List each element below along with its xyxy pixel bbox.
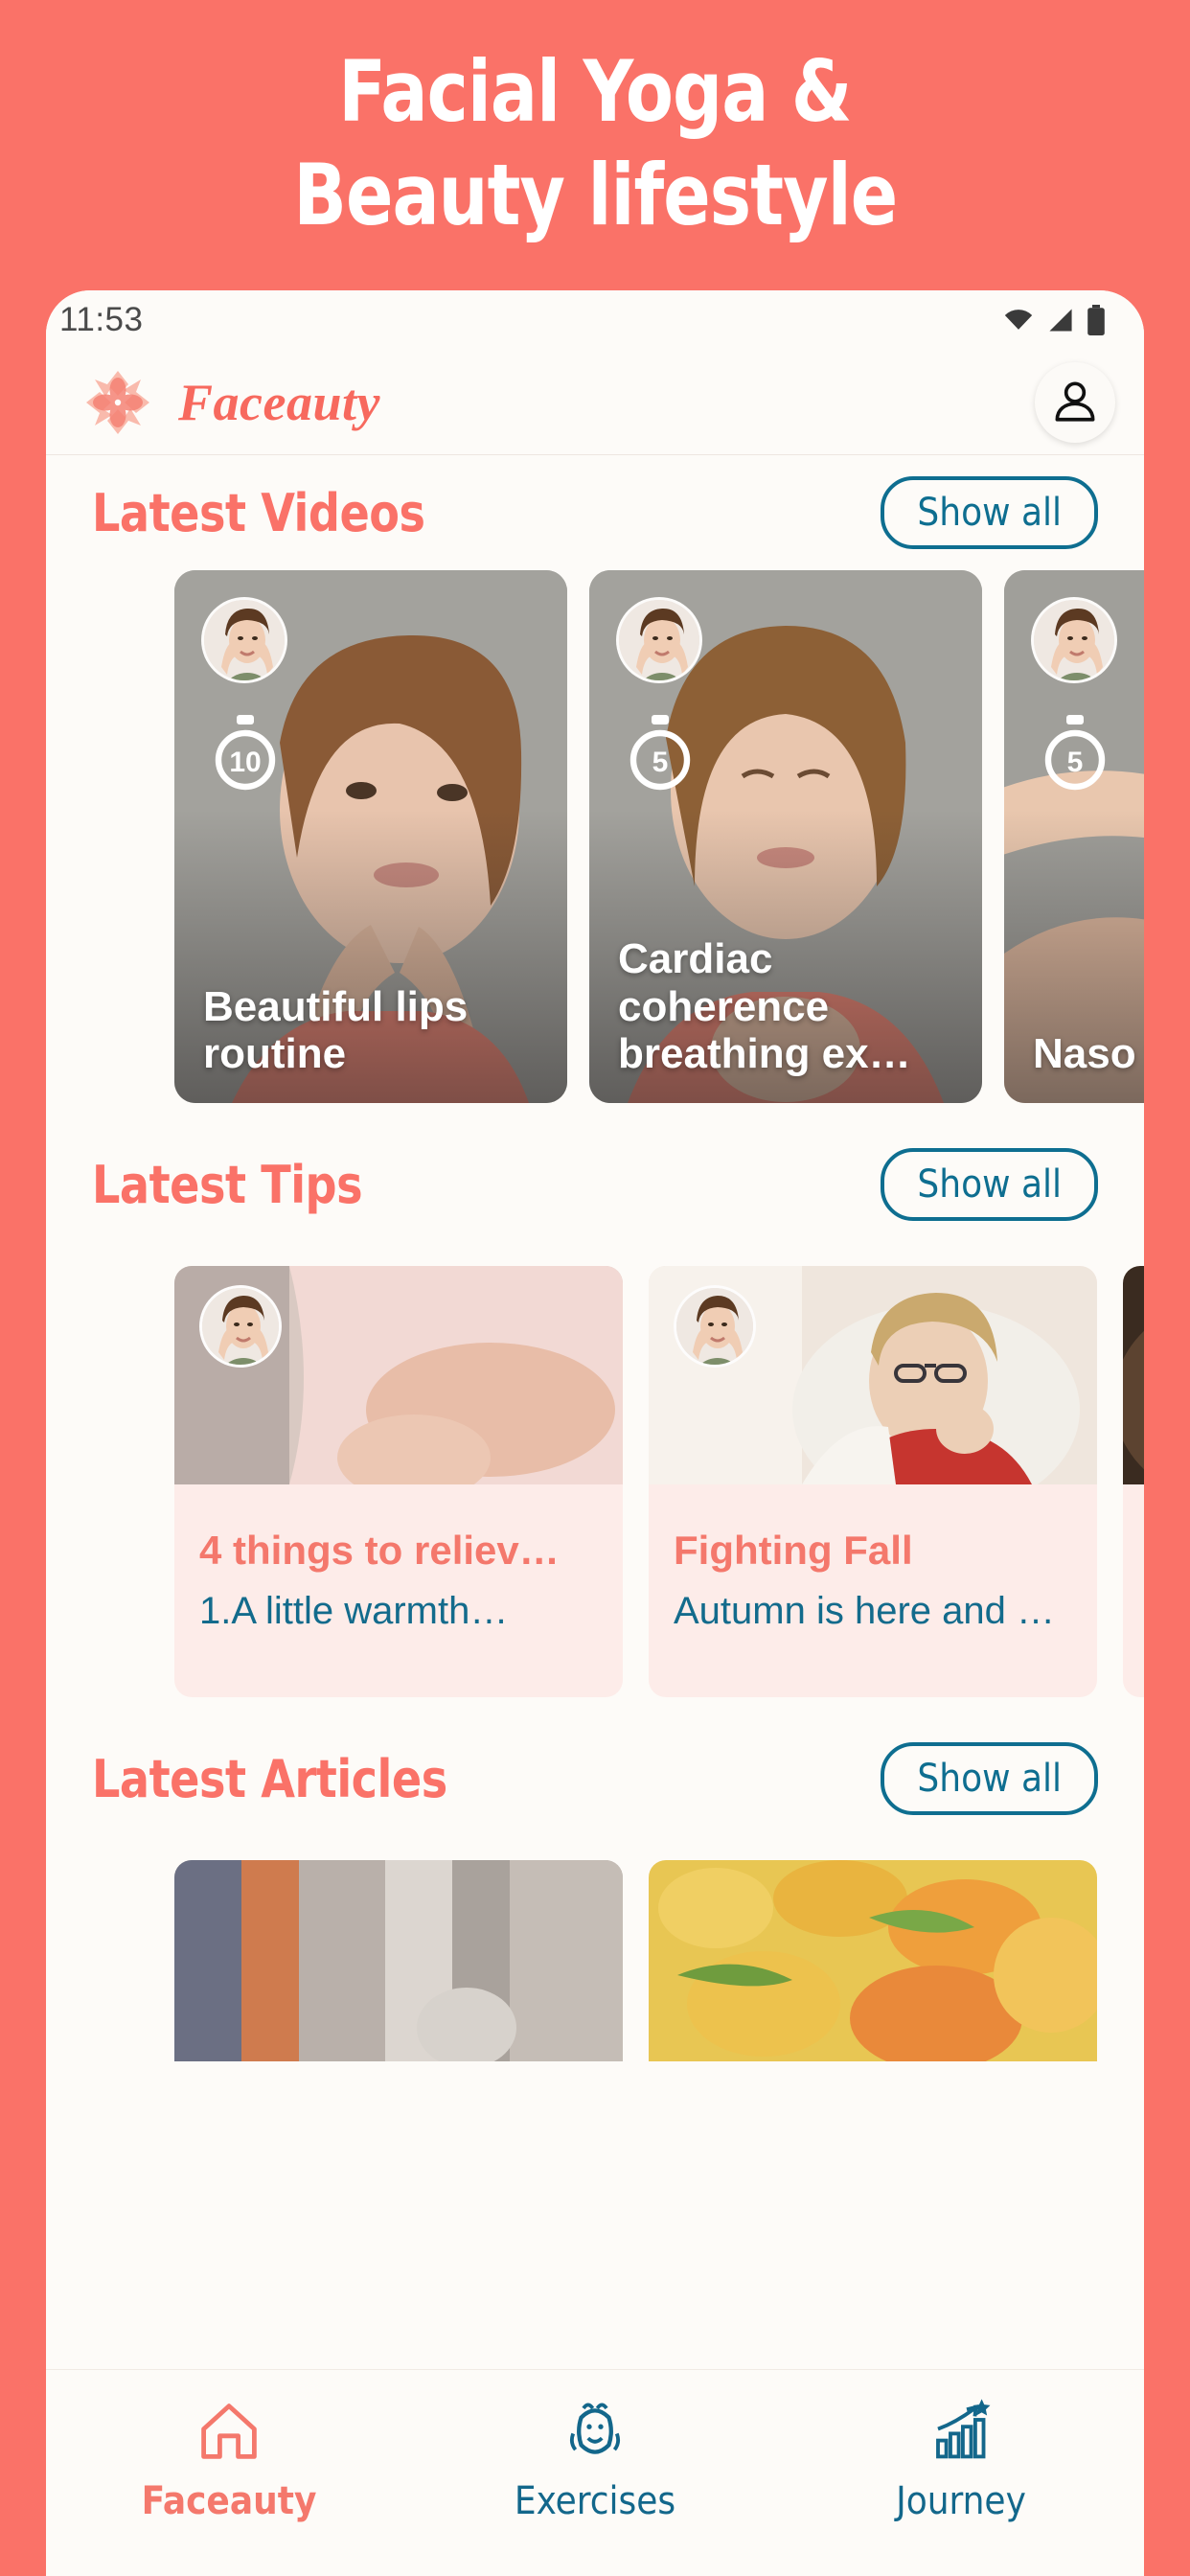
battery-icon <box>1087 305 1105 335</box>
home-icon <box>201 2404 257 2459</box>
show-all-tips-button[interactable]: Show all <box>881 1148 1098 1221</box>
video-card[interactable]: 10 Beautiful lips routine <box>174 570 567 1103</box>
section-title-tips: Latest Tips <box>92 1154 363 1215</box>
video-duration: 5 <box>1067 747 1084 778</box>
section-header-videos: Latest Videos Show all <box>46 455 1144 570</box>
status-bar-time: 11:53 <box>59 301 144 338</box>
article-card[interactable] <box>174 1860 623 2061</box>
tip-thumbnail <box>1123 1266 1144 1484</box>
bottom-navigation: Faceauty Exercises Journey <box>46 2369 1144 2576</box>
tip-body <box>1123 1484 1144 1546</box>
show-all-videos-button[interactable]: Show all <box>881 476 1098 549</box>
chart-star-icon <box>936 2399 991 2459</box>
wifi-icon <box>1004 310 1033 330</box>
phone-mockup: 11:53 Faceauty Latest Videos Show all 10… <box>46 290 1144 2576</box>
nav-item-exercises[interactable]: Exercises <box>470 2397 720 2523</box>
article-card[interactable] <box>649 1860 1097 2061</box>
section-header-tips: Latest Tips Show all <box>46 1103 1144 1266</box>
video-title: Naso folds <box>1033 1030 1144 1078</box>
instructor-avatar <box>1031 597 1117 683</box>
video-duration: 10 <box>229 747 261 778</box>
nav-item-journey[interactable]: Journey <box>836 2397 1086 2523</box>
status-bar-icons <box>1002 305 1106 335</box>
face-icon <box>569 2403 621 2454</box>
article-thumbnail <box>649 1860 1097 2061</box>
section-title-articles: Latest Articles <box>92 1748 447 1809</box>
tips-carousel[interactable]: 4 things to reliev… 1.A little warmth… F… <box>46 1266 1144 1697</box>
person-icon <box>1055 380 1095 422</box>
nav-label-journey: Journey <box>896 2479 1026 2523</box>
tip-title: Fighting Fall <box>674 1529 913 1573</box>
tip-body: 4 things to reliev… 1.A little warmth… <box>174 1484 623 1632</box>
nav-label-exercises: Exercises <box>514 2479 676 2523</box>
lotus-flower-icon <box>82 367 153 438</box>
tip-card[interactable] <box>1123 1266 1144 1697</box>
instructor-avatar <box>616 597 702 683</box>
tip-card[interactable]: 4 things to reliev… 1.A little warmth… <box>174 1266 623 1697</box>
instructor-avatar <box>674 1285 756 1368</box>
nav-label-faceauty: Faceauty <box>141 2479 317 2523</box>
video-card[interactable]: 5 Cardiac coherence breathing ex… <box>589 570 982 1103</box>
articles-carousel[interactable] <box>46 1860 1144 2061</box>
tip-subtitle: Autumn is here and … <box>674 1590 1055 1633</box>
nav-item-faceauty[interactable]: Faceauty <box>104 2397 354 2523</box>
profile-avatar-button[interactable] <box>1035 361 1115 443</box>
stopwatch-icon: 5 <box>1039 714 1111 793</box>
tip-body: Fighting Fall Autumn is here and … <box>649 1484 1097 1632</box>
tip-thumbnail <box>649 1266 1097 1515</box>
tip-title: 4 things to reliev… <box>199 1529 560 1573</box>
tip-card[interactable]: Fighting Fall Autumn is here and … <box>649 1266 1097 1697</box>
show-all-articles-button[interactable]: Show all <box>881 1742 1098 1815</box>
promo-headline-line-1: Facial Yoga & <box>338 42 852 141</box>
section-header-articles: Latest Articles Show all <box>46 1697 1144 1860</box>
section-title-videos: Latest Videos <box>92 482 425 543</box>
instructor-avatar <box>199 1285 282 1368</box>
video-card[interactable]: 5 Naso folds <box>1004 570 1144 1103</box>
video-title: Beautiful lips routine <box>203 982 469 1078</box>
article-thumbnail <box>174 1860 623 2061</box>
instructor-avatar <box>201 597 287 683</box>
promo-banner: Facial Yoga & Beauty lifestyle <box>0 0 1190 288</box>
video-title: Cardiac coherence breathing ex… <box>618 934 911 1078</box>
tip-subtitle: 1.A little warmth… <box>199 1590 509 1633</box>
stopwatch-icon: 10 <box>209 714 282 793</box>
promo-headline-line-2: Beauty lifestyle <box>293 146 898 244</box>
tip-thumbnail <box>174 1266 623 1501</box>
videos-carousel[interactable]: 10 Beautiful lips routine 5 Cardiac cohe… <box>46 570 1144 1103</box>
status-bar: 11:53 <box>46 290 1144 350</box>
brand-title: Faceauty <box>178 373 380 431</box>
signal-icon <box>1049 309 1072 332</box>
stopwatch-icon: 5 <box>624 714 697 793</box>
app-header: Faceauty <box>46 350 1144 455</box>
video-duration: 5 <box>652 747 669 778</box>
